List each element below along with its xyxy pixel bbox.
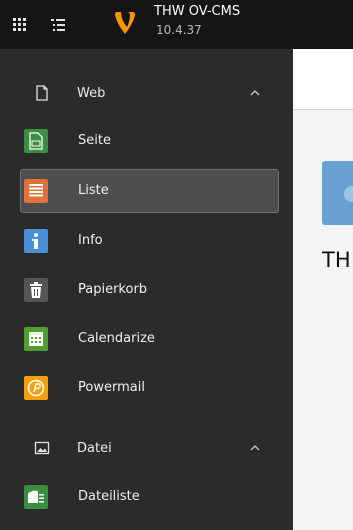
module-papierkorb[interactable]: Papierkorb xyxy=(20,268,279,312)
chevron-up-icon[interactable] xyxy=(249,444,261,452)
image-icon xyxy=(34,441,50,455)
group-label-web: Web xyxy=(77,85,106,101)
module-label-seite: Seite xyxy=(78,133,111,148)
top-bar: THW OV-CMS 10.4.37 xyxy=(0,0,353,49)
app-name: THW OV-CMS xyxy=(154,4,241,19)
module-seite[interactable]: Seite xyxy=(20,119,279,163)
typo3-logo[interactable] xyxy=(112,10,138,36)
module-label-info: Info xyxy=(78,233,103,248)
module-label-powermail: Powermail xyxy=(78,380,145,395)
calendar-icon xyxy=(24,327,48,351)
chevron-up-icon[interactable] xyxy=(249,89,261,97)
module-info[interactable]: Info xyxy=(20,219,279,263)
list-module-icon xyxy=(24,179,48,203)
module-menu: Web Seite Liste Info Papierkorb Calendar… xyxy=(0,49,293,530)
module-calendarize[interactable]: Calendarize xyxy=(20,317,279,361)
filelist-icon xyxy=(24,485,48,509)
module-label-liste: Liste xyxy=(78,183,109,198)
app-grid-icon xyxy=(13,17,26,31)
info-icon xyxy=(24,229,48,253)
trash-icon xyxy=(24,278,48,302)
page-tree-toggle-icon xyxy=(51,18,65,31)
content-heading: TH xyxy=(322,248,351,272)
content-action-icon xyxy=(344,186,353,202)
app-version: 10.4.37 xyxy=(156,23,202,37)
page-tree-toggle-button[interactable] xyxy=(38,0,78,49)
app-grid-button[interactable] xyxy=(0,0,40,49)
powermail-icon xyxy=(24,376,48,400)
page-module-icon xyxy=(24,129,48,153)
module-powermail[interactable]: Powermail xyxy=(20,366,279,410)
group-header-datei[interactable]: Datei xyxy=(0,428,293,468)
content-header xyxy=(293,49,353,110)
module-label-calendarize: Calendarize xyxy=(78,331,155,346)
document-icon xyxy=(36,85,48,101)
module-label-dateiliste: Dateiliste xyxy=(78,489,140,504)
module-label-papierkorb: Papierkorb xyxy=(78,282,148,297)
group-label-datei: Datei xyxy=(77,440,112,456)
module-dateiliste[interactable]: Dateiliste xyxy=(20,475,279,519)
group-header-web[interactable]: Web xyxy=(0,73,293,113)
module-liste[interactable]: Liste xyxy=(20,169,279,213)
